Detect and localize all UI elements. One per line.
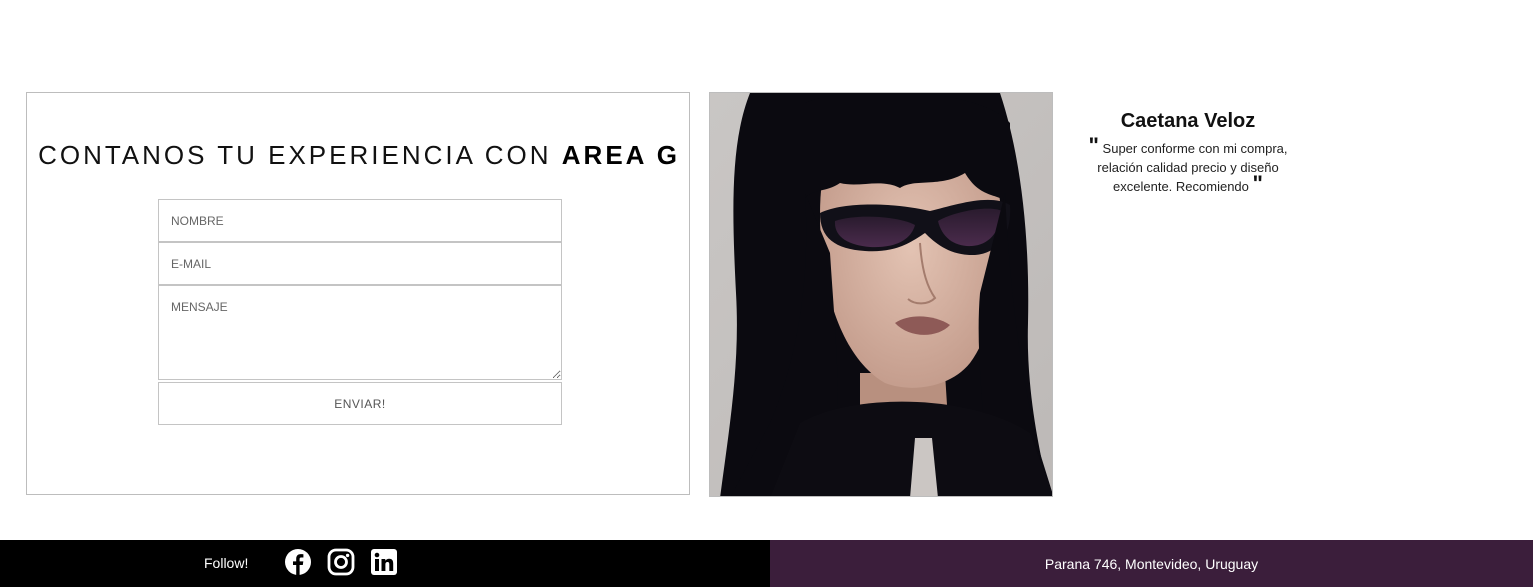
portrait-image bbox=[710, 93, 1052, 496]
email-input[interactable] bbox=[158, 242, 562, 285]
message-textarea[interactable] bbox=[158, 285, 562, 380]
name-input[interactable] bbox=[158, 199, 562, 242]
testimonial-author: Caetana Veloz bbox=[1120, 110, 1256, 132]
testimonial-quote: " Super conforme con mi compra, relación… bbox=[1080, 135, 1296, 196]
footer-social: Follow! bbox=[0, 540, 770, 587]
page: CONTANOS TU EXPERIENCIA CON AREA G ENVIA… bbox=[0, 0, 1533, 587]
footer: Follow! Parana 746, Montevideo, Uruguay bbox=[0, 540, 1533, 587]
submit-button[interactable]: ENVIAR! bbox=[158, 382, 562, 425]
quote-open: " bbox=[1088, 133, 1099, 158]
facebook-icon[interactable] bbox=[284, 548, 312, 576]
instagram-icon[interactable] bbox=[327, 548, 355, 576]
form-title-prefix: CONTANOS TU EXPERIENCIA CON bbox=[38, 140, 552, 170]
address-text: Parana 746, Montevideo, Uruguay bbox=[1044, 555, 1259, 572]
form-title: CONTANOS TU EXPERIENCIA CON AREA G bbox=[27, 140, 691, 171]
quote-close: " bbox=[1252, 171, 1263, 196]
form-title-brand: AREA G bbox=[561, 140, 680, 170]
linkedin-icon[interactable] bbox=[370, 548, 398, 576]
footer-address: Parana 746, Montevideo, Uruguay bbox=[770, 540, 1533, 587]
testimonial-photo bbox=[709, 92, 1053, 497]
contact-form-panel: CONTANOS TU EXPERIENCIA CON AREA G ENVIA… bbox=[26, 92, 690, 495]
testimonial: Caetana Veloz " Super conforme con mi co… bbox=[1080, 110, 1296, 196]
follow-label: Follow! bbox=[204, 555, 249, 571]
